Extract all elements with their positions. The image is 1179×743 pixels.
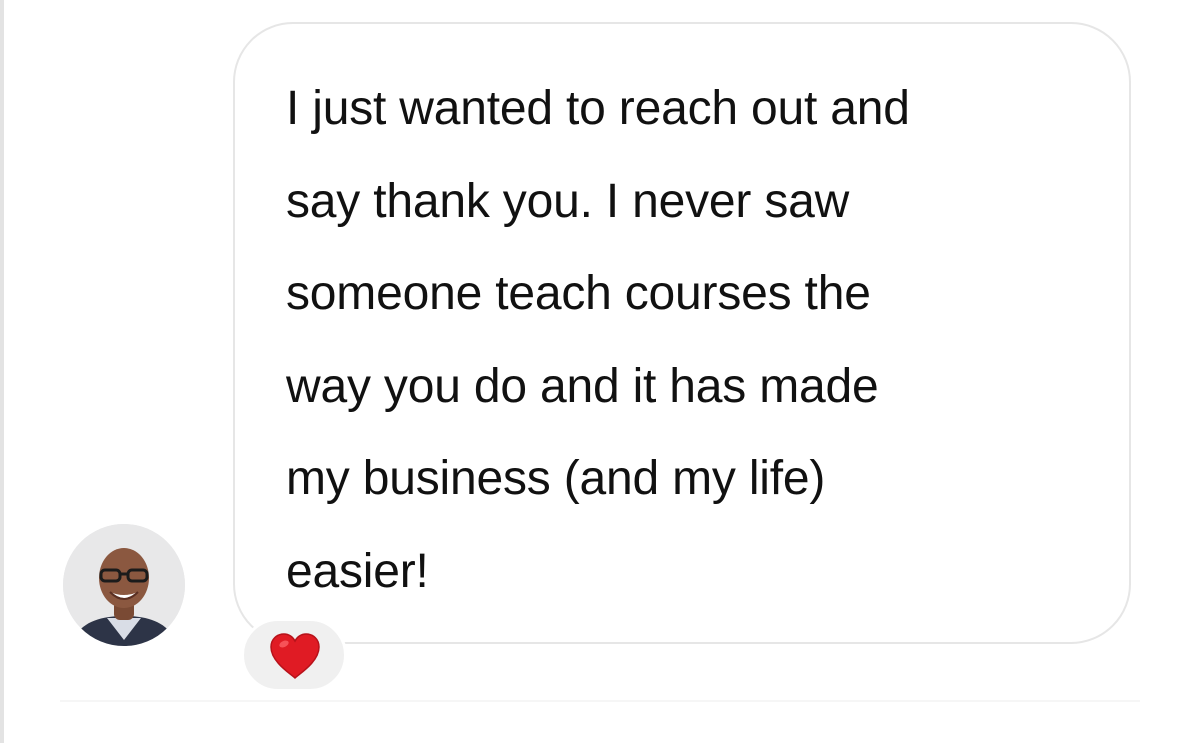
incoming-message-bubble[interactable]: I just wanted to reach out and say thank… xyxy=(233,22,1131,644)
divider xyxy=(60,700,1140,702)
message-reaction[interactable] xyxy=(241,618,347,692)
profile-photo-icon xyxy=(63,524,185,646)
message-text: I just wanted to reach out and say thank… xyxy=(286,82,910,598)
sender-avatar[interactable] xyxy=(63,524,185,646)
red-heart-icon xyxy=(270,633,320,680)
screen-edge xyxy=(0,0,4,743)
